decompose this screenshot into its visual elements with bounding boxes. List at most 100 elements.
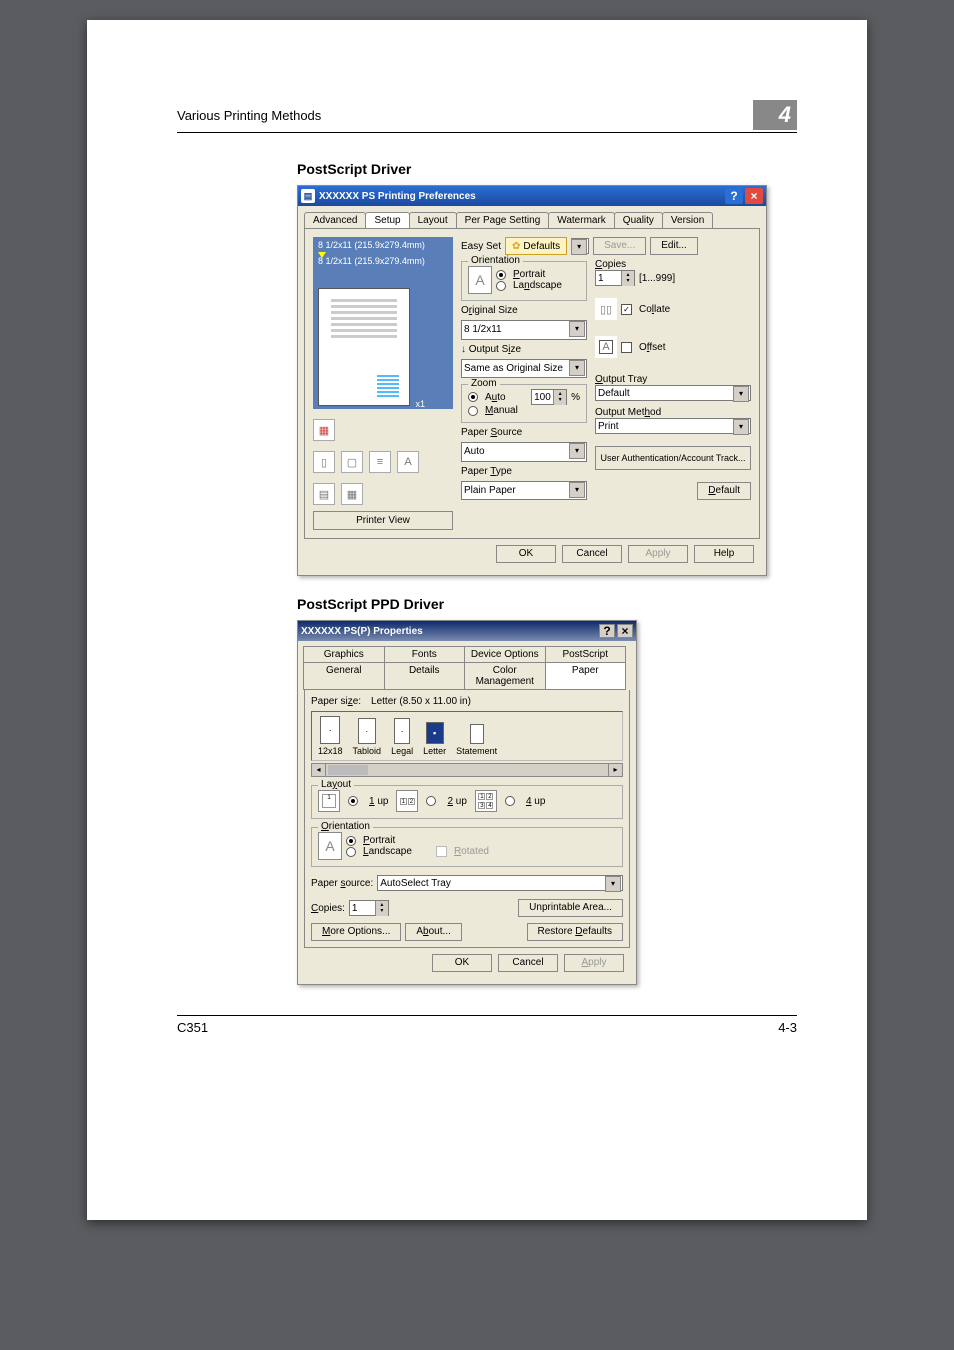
paper-source-select[interactable]: Auto <box>461 442 587 462</box>
portrait-label-2: Portrait <box>363 835 395 846</box>
preview-icon-2[interactable]: ▯ <box>313 451 335 473</box>
tab-row: Advanced Setup Layout Per Page Setting W… <box>304 212 760 229</box>
tab-paper[interactable]: Paper <box>545 662 627 690</box>
offset-checkbox[interactable] <box>621 342 632 353</box>
preview-icon-3[interactable]: ▢ <box>341 451 363 473</box>
orientation-legend: Orientation <box>468 255 523 266</box>
output-method-select[interactable]: Print <box>595 418 751 434</box>
tab-layout[interactable]: Layout <box>409 212 457 228</box>
copies-label: Copies <box>595 259 751 270</box>
defaults-button[interactable]: ✿Defaults <box>505 237 567 255</box>
ok-button[interactable]: OK <box>496 545 556 563</box>
close-icon[interactable]: × <box>745 188 763 204</box>
nup-2-radio[interactable] <box>426 796 436 806</box>
tab-quality[interactable]: Quality <box>614 212 663 228</box>
help-icon[interactable]: ? <box>725 188 743 204</box>
section-title-1: PostScript Driver <box>297 161 797 177</box>
paper-size-picker: ·12x18 ·Tabloid ·Legal ▪Letter Statement <box>311 711 623 761</box>
nup-1-label: 1 up <box>369 796 388 807</box>
ps-driver-dialog: ▤ XXXXXX PS Printing Preferences ? × Adv… <box>297 185 767 576</box>
scroll-left-icon[interactable]: ◂ <box>312 764 326 776</box>
nup-1-radio[interactable] <box>348 796 358 806</box>
tab-perpage[interactable]: Per Page Setting <box>456 212 550 228</box>
cancel-button-2[interactable]: Cancel <box>498 954 558 972</box>
titlebar-2: XXXXXX PS(P) Properties ? × <box>298 621 636 641</box>
cancel-button[interactable]: Cancel <box>562 545 622 563</box>
nup-4-radio[interactable] <box>505 796 515 806</box>
tab-fonts[interactable]: Fonts <box>384 646 466 663</box>
paper-source-label-2: Paper source: <box>311 878 373 889</box>
tab-general[interactable]: General <box>303 662 385 690</box>
preview-icon-1[interactable]: ▦ <box>313 419 335 441</box>
save-button[interactable]: Save... <box>593 237 646 255</box>
preview-icon-4[interactable]: ≡ <box>369 451 391 473</box>
tab-version[interactable]: Version <box>662 212 713 228</box>
tab-watermark[interactable]: Watermark <box>548 212 615 228</box>
paper-source-select-2[interactable]: AutoSelect Tray <box>377 875 623 891</box>
size-scrollbar[interactable]: ◂ ▸ <box>311 763 623 777</box>
tab-graphics[interactable]: Graphics <box>303 646 385 663</box>
landscape-radio[interactable] <box>496 281 506 291</box>
ppd-driver-dialog: XXXXXX PS(P) Properties ? × Graphics Fon… <box>297 620 637 985</box>
more-options-button[interactable]: More Options... <box>311 923 401 941</box>
printer-view-button[interactable]: Printer View <box>313 511 453 530</box>
restore-defaults-button[interactable]: Restore Defaults <box>527 923 624 941</box>
tab-row-2: Graphics Fonts Device Options PostScript… <box>304 647 630 690</box>
user-auth-button[interactable]: User Authentication/Account Track... <box>595 446 751 470</box>
footer-left: C351 <box>177 1020 208 1035</box>
help-button[interactable]: Help <box>694 545 754 563</box>
collate-checkbox[interactable] <box>621 304 632 315</box>
chapter-number: 4 <box>753 100 797 130</box>
offset-icon: A <box>595 336 617 358</box>
output-method-label: Output Method <box>595 407 751 418</box>
running-header: Various Printing Methods 4 <box>177 100 797 133</box>
app-icon: ▤ <box>301 189 315 203</box>
size-tabloid[interactable]: ·Tabloid <box>353 718 382 756</box>
about-button[interactable]: About... <box>405 923 461 941</box>
unprintable-button[interactable]: Unprintable Area... <box>518 899 623 917</box>
size-letter[interactable]: ▪Letter <box>423 722 446 756</box>
paper-size-label: Paper size: <box>311 696 361 707</box>
default-button[interactable]: Default <box>697 482 751 500</box>
help-icon-2[interactable]: ? <box>599 624 615 638</box>
preview-icon-7[interactable]: ▦ <box>341 483 363 505</box>
size-12x18[interactable]: ·12x18 <box>318 716 343 756</box>
size-statement[interactable]: Statement <box>456 724 497 756</box>
portrait-radio-2[interactable] <box>346 836 356 846</box>
landscape-radio-2[interactable] <box>346 847 356 857</box>
zoom-spinner[interactable]: 100 <box>531 389 567 405</box>
orientation-icon: A <box>468 266 492 294</box>
apply-button[interactable]: Apply <box>628 545 688 563</box>
tab-postscript[interactable]: PostScript <box>545 646 627 663</box>
copies-spinner[interactable]: 1 <box>595 270 635 286</box>
edit-button[interactable]: Edit... <box>650 237 698 255</box>
preview-icon-5[interactable]: A <box>397 451 419 473</box>
landscape-label: Landscape <box>513 280 562 291</box>
offset-label: Offset <box>639 342 666 353</box>
scroll-right-icon[interactable]: ▸ <box>608 764 622 776</box>
grid-icon <box>377 375 399 397</box>
zoom-auto-radio[interactable] <box>468 392 478 402</box>
tab-device-options[interactable]: Device Options <box>464 646 546 663</box>
down-arrow-icon <box>318 252 326 258</box>
easy-set-dropdown[interactable] <box>571 238 589 254</box>
paper-type-select[interactable]: Plain Paper <box>461 481 587 501</box>
tab-color[interactable]: Color Management <box>464 662 546 690</box>
tab-details[interactable]: Details <box>384 662 466 690</box>
section-title-2: PostScript PPD Driver <box>297 596 797 612</box>
output-size-select[interactable]: Same as Original Size <box>461 359 587 379</box>
output-tray-select[interactable]: Default <box>595 385 751 401</box>
preview-icon-6[interactable]: ▤ <box>313 483 335 505</box>
copies-spinner-2[interactable]: 1 <box>349 900 389 916</box>
close-icon-2[interactable]: × <box>617 624 633 638</box>
ok-button-2[interactable]: OK <box>432 954 492 972</box>
nup-4-label: 4 up <box>526 796 545 807</box>
apply-button-2[interactable]: Apply <box>564 954 624 972</box>
original-size-select[interactable]: 8 1/2x11 <box>461 320 587 340</box>
tab-advanced[interactable]: Advanced <box>304 212 366 228</box>
scroll-thumb[interactable] <box>328 765 368 775</box>
portrait-radio[interactable] <box>496 270 506 280</box>
zoom-manual-radio[interactable] <box>468 406 478 416</box>
size-legal[interactable]: ·Legal <box>391 718 413 756</box>
tab-setup[interactable]: Setup <box>365 212 409 228</box>
